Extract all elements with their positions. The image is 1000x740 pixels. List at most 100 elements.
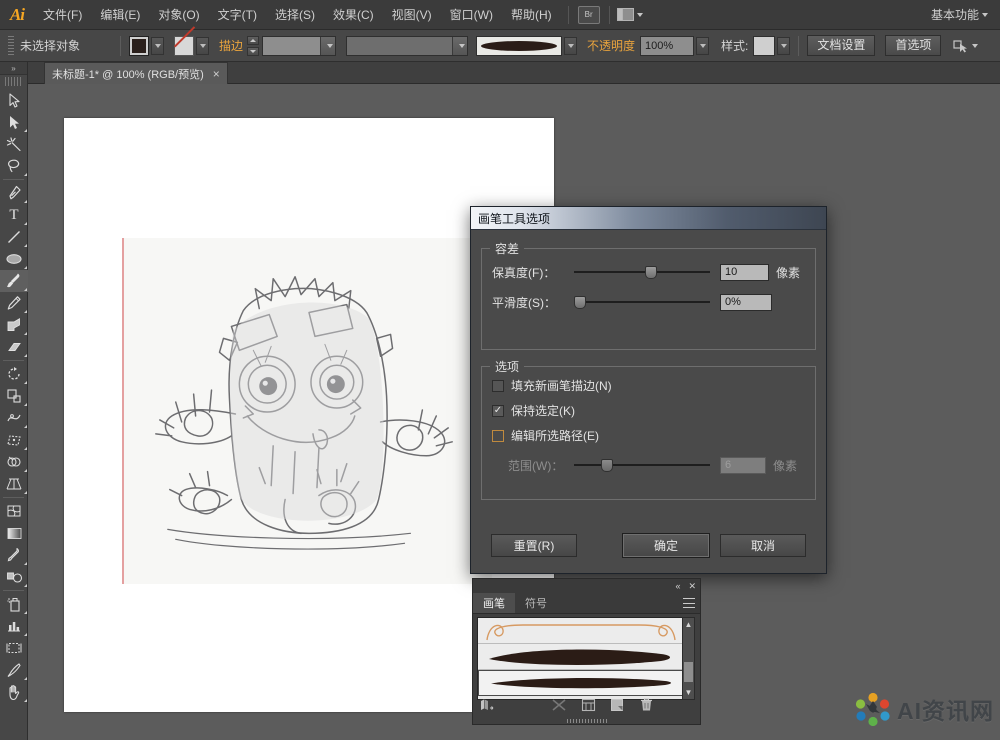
selection-tool[interactable]: [0, 89, 28, 111]
placed-sketch-image[interactable]: [122, 238, 492, 584]
eyedropper-tool[interactable]: [0, 544, 28, 566]
edit-selected-paths-checkbox[interactable]: [492, 429, 504, 442]
brushes-list-scrollbar[interactable]: ▲ ▼: [682, 617, 695, 700]
magic-wand-tool[interactable]: [0, 133, 28, 155]
shape-builder-tool[interactable]: [0, 451, 28, 473]
brush-definition-dropdown-icon[interactable]: [564, 36, 578, 55]
options-of-selected-object-icon[interactable]: [581, 698, 596, 717]
mesh-tool[interactable]: [0, 500, 28, 522]
remove-brush-stroke-icon[interactable]: [551, 698, 567, 717]
document-setup-button[interactable]: 文档设置: [807, 35, 876, 56]
menu-file[interactable]: 文件(F): [34, 0, 91, 30]
menu-window[interactable]: 窗口(W): [441, 0, 502, 30]
control-bar-overflow[interactable]: [953, 39, 979, 53]
blend-tool[interactable]: [0, 566, 28, 588]
brush-definition-preview[interactable]: [476, 35, 563, 56]
close-panel-icon[interactable]: ✕: [688, 581, 696, 592]
tab-brushes[interactable]: 画笔: [473, 593, 515, 613]
smoothness-slider[interactable]: [574, 295, 710, 309]
document-tab[interactable]: 未标题-1* @ 100% (RGB/预览) ×: [44, 62, 228, 84]
fill-color-swatch[interactable]: [129, 35, 149, 56]
smoothness-input[interactable]: 0%: [720, 293, 772, 311]
scrollbar-thumb[interactable]: [684, 662, 693, 682]
menu-edit[interactable]: 编辑(E): [91, 0, 149, 30]
artboard-tool[interactable]: [0, 637, 28, 659]
fill-new-brush-strokes-row[interactable]: 填充新画笔描边(N): [492, 373, 805, 398]
column-graph-tool[interactable]: [0, 615, 28, 637]
fidelity-slider-thumb[interactable]: [644, 266, 657, 279]
stroke-color-swatch-none[interactable]: [174, 35, 194, 56]
perspective-grid-tool[interactable]: [0, 473, 28, 495]
tools-panel-gripper[interactable]: [5, 77, 22, 86]
fidelity-input[interactable]: 10: [720, 263, 769, 281]
edit-selected-paths-row[interactable]: 编辑所选路径(E): [492, 423, 805, 448]
keep-selected-checkbox[interactable]: ✓: [492, 404, 504, 417]
cancel-button[interactable]: 取消: [720, 533, 806, 557]
delete-brush-icon[interactable]: [639, 697, 654, 717]
menu-type[interactable]: 文字(T): [209, 0, 266, 30]
brush-libraries-icon[interactable]: [479, 698, 497, 717]
dialog-title-bar[interactable]: 画笔工具选项: [471, 207, 826, 230]
close-icon[interactable]: ×: [213, 67, 220, 81]
menu-view[interactable]: 视图(V): [383, 0, 441, 30]
brush-tapered-thin[interactable]: [478, 670, 684, 696]
brush-basic-calligraphic[interactable]: [478, 618, 684, 644]
panel-resize-gripper[interactable]: [566, 719, 607, 723]
ok-button[interactable]: 确定: [623, 533, 709, 557]
type-tool[interactable]: T: [0, 204, 28, 226]
line-segment-tool[interactable]: [0, 226, 28, 248]
pencil-tool[interactable]: [0, 292, 28, 314]
stroke-dropdown-icon[interactable]: [196, 36, 209, 55]
fill-new-brush-strokes-checkbox[interactable]: [492, 379, 504, 392]
fidelity-label: 保真度(F)：: [492, 265, 556, 280]
new-brush-icon[interactable]: [610, 698, 625, 717]
blob-brush-tool[interactable]: [0, 314, 28, 336]
fill-dropdown-icon[interactable]: [151, 36, 164, 55]
stroke-weight-combo[interactable]: [262, 35, 337, 56]
reset-button[interactable]: 重置(R): [491, 533, 577, 557]
scale-tool[interactable]: [0, 385, 28, 407]
direct-selection-tool[interactable]: [0, 111, 28, 133]
range-input: 6: [720, 456, 766, 474]
collapse-to-icons-icon[interactable]: «: [675, 581, 680, 591]
slice-tool[interactable]: [0, 659, 28, 681]
control-bar-gripper[interactable]: [8, 35, 14, 56]
paintbrush-tool[interactable]: [0, 270, 28, 292]
smoothness-slider-thumb[interactable]: [574, 296, 586, 309]
menu-select[interactable]: 选择(S): [266, 0, 324, 30]
free-transform-tool[interactable]: [0, 429, 28, 451]
workspace-switcher[interactable]: 基本功能: [927, 3, 992, 26]
ellipse-tool[interactable]: [0, 248, 28, 270]
eraser-tool[interactable]: [0, 336, 28, 358]
pen-tool[interactable]: [0, 182, 28, 204]
scroll-up-icon[interactable]: ▲: [683, 618, 694, 631]
rotate-tool[interactable]: [0, 363, 28, 385]
graphic-style-swatch[interactable]: [753, 35, 776, 56]
symbol-sprayer-tool[interactable]: [0, 593, 28, 615]
opacity-dropdown-icon[interactable]: [696, 36, 710, 55]
preferences-button[interactable]: 首选项: [885, 35, 942, 56]
dialog-body: 容差 保真度(F)： 10 像素 平滑度(S)： 0% 选项 填充新画笔描边(N…: [471, 230, 826, 500]
menu-object[interactable]: 对象(O): [149, 0, 208, 30]
arrange-documents-icon[interactable]: [616, 6, 643, 24]
gradient-tool[interactable]: [0, 522, 28, 544]
brushes-list[interactable]: [477, 617, 685, 700]
bridge-icon[interactable]: Br: [577, 5, 600, 24]
tools-panel-collapse-button[interactable]: »: [0, 62, 27, 75]
menu-help[interactable]: 帮助(H): [502, 0, 561, 30]
keep-selected-row[interactable]: ✓ 保持选定(K): [492, 398, 805, 423]
panel-menu-icon[interactable]: [683, 598, 695, 608]
opacity-input[interactable]: 100%: [640, 35, 695, 56]
tab-symbols[interactable]: 符号: [515, 593, 557, 613]
graphic-style-dropdown-icon[interactable]: [777, 36, 791, 55]
width-tool[interactable]: [0, 407, 28, 429]
fidelity-slider[interactable]: [574, 265, 710, 279]
menu-effect[interactable]: 效果(C): [324, 0, 383, 30]
stroke-weight-stepper[interactable]: [247, 35, 260, 56]
stroke-profile-combo[interactable]: [346, 35, 469, 56]
lasso-tool[interactable]: [0, 155, 28, 177]
hand-tool[interactable]: [0, 681, 28, 703]
stroke-weight-label[interactable]: 描边: [219, 37, 243, 54]
brush-tapered-thick[interactable]: [478, 644, 684, 670]
opacity-label[interactable]: 不透明度: [587, 37, 635, 54]
